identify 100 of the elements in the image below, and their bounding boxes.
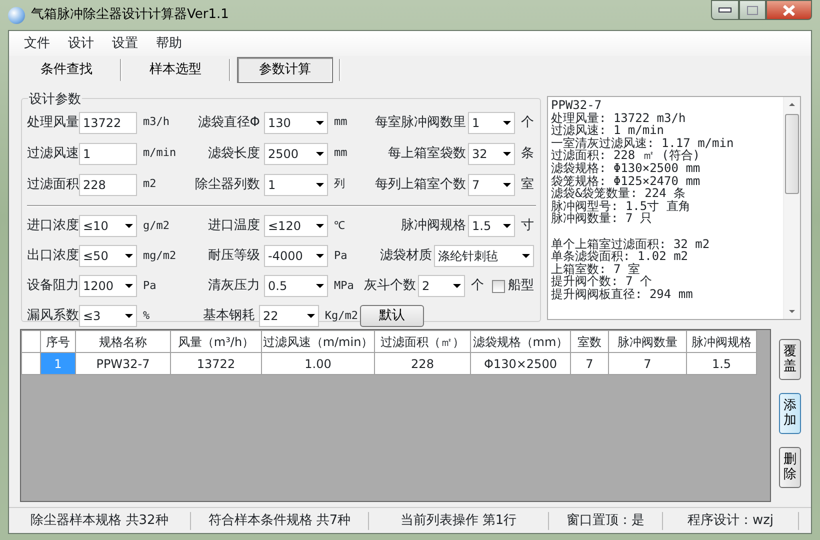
- checkbox[interactable]: [492, 280, 505, 292]
- menu-item[interactable]: 设置: [111, 34, 149, 54]
- unit-label: 个: [521, 114, 534, 132]
- input-field[interactable]: 1: [79, 142, 137, 164]
- unit-label: Pa: [143, 278, 156, 294]
- field-label: 滤袋材质: [380, 247, 432, 266]
- maximize-button[interactable]: [739, 0, 766, 20]
- table-cell: 13722: [170, 352, 262, 374]
- checkbox-label: 船型: [508, 277, 534, 296]
- result-line: 处理风量: 13722 m3/h: [551, 112, 687, 124]
- dropdown[interactable]: 2: [418, 275, 465, 297]
- field-label: 出口浓度: [27, 247, 79, 266]
- unit-label: 个: [471, 277, 484, 296]
- result-line: 提升阀阀板直径: 294 mm: [551, 288, 694, 300]
- field-label: 除尘器列数: [194, 176, 260, 194]
- column-header[interactable]: 滤袋规格（mm）: [470, 330, 570, 352]
- column-header[interactable]: 过滤面积（㎡）: [374, 330, 470, 352]
- column-header[interactable]: 脉冲阀数量: [608, 330, 686, 352]
- column-header[interactable]: 过滤风速（m/min）: [262, 330, 374, 352]
- app-globe-icon: [8, 6, 25, 24]
- side-button[interactable]: 覆盖: [779, 339, 801, 380]
- field-label: 过滤面积: [27, 176, 79, 194]
- dropdown[interactable]: 1: [468, 112, 515, 134]
- dropdown[interactable]: 32: [468, 142, 515, 164]
- status-text: 符合样本条件规格 共7种: [191, 512, 369, 530]
- row-header[interactable]: [22, 352, 40, 374]
- dropdown[interactable]: ≤3: [79, 305, 137, 327]
- unit-label: m2: [143, 176, 156, 192]
- dropdown[interactable]: 1: [264, 174, 328, 196]
- menu-item[interactable]: 帮助: [155, 34, 193, 54]
- window-title: 气箱脉冲除尘器设计计算器Ver1.1: [31, 6, 229, 24]
- side-button[interactable]: 删除: [779, 447, 801, 488]
- tab[interactable]: 参数计算: [237, 57, 333, 83]
- unit-label: Kg/m2: [324, 308, 358, 324]
- close-button[interactable]: [766, 0, 812, 20]
- result-line: 脉冲阀数量: 7 只: [551, 212, 652, 225]
- dropdown[interactable]: ≤120: [264, 215, 328, 237]
- table-cell: 1.00: [262, 352, 374, 374]
- result-line: 滤袋&袋笼数量: 224 条: [551, 187, 687, 200]
- result-line: 上箱室数: 7 室: [551, 262, 640, 276]
- result-line: 脉冲阀型号: 1.5寸 直角: [551, 200, 692, 212]
- dropdown[interactable]: 2500: [264, 142, 328, 164]
- unit-label: mg/m2: [143, 248, 176, 264]
- dropdown[interactable]: 1200: [79, 275, 137, 297]
- result-line: 过滤面积: 228 ㎡ (符合): [551, 149, 700, 162]
- result-line: 袋笼规格: Φ125×2470 mm: [551, 174, 702, 188]
- unit-label: ℃: [334, 218, 345, 234]
- status-text: 程序设计：wzj: [663, 512, 799, 530]
- column-header[interactable]: 脉冲阀规格: [686, 330, 756, 352]
- field-label: 进口温度: [207, 217, 260, 236]
- dropdown[interactable]: 22: [259, 305, 319, 327]
- tab[interactable]: 样本选型: [124, 58, 227, 82]
- table-cell: PPW32-7: [76, 352, 170, 374]
- minimize-icon: [718, 7, 732, 13]
- status-text: 窗口置顶：是: [549, 512, 663, 530]
- dropdown[interactable]: ≤50: [79, 245, 137, 267]
- result-line: 过滤风速: 1 m/min: [551, 124, 664, 137]
- menu-item[interactable]: 文件: [23, 34, 61, 54]
- field-label: 处理风量: [27, 114, 79, 132]
- table-cell: 228: [374, 352, 470, 374]
- table-cell: 7: [570, 352, 608, 374]
- column-header[interactable]: 规格名称: [76, 330, 170, 352]
- unit-label: Pa: [334, 248, 348, 264]
- field-label: 进口浓度: [27, 217, 79, 236]
- scrollbar[interactable]: [783, 97, 800, 319]
- menu-item[interactable]: 设计: [67, 34, 105, 54]
- tab[interactable]: 条件查找: [15, 58, 118, 82]
- input-field[interactable]: 13722: [79, 112, 137, 134]
- side-button[interactable]: 添加: [779, 393, 801, 434]
- status-text: 当前列表操作 第1行: [369, 512, 549, 530]
- table-cell: 1: [40, 352, 76, 374]
- unit-label: %: [143, 308, 150, 324]
- field-label: 灰斗个数: [364, 277, 416, 296]
- unit-label: m3/h: [143, 114, 170, 130]
- status-text: 除尘器样本规格 共32种: [9, 512, 191, 530]
- field-label: 过滤风速: [27, 144, 79, 163]
- result-line: 单条滤袋面积: 1.02 m2: [551, 250, 690, 263]
- table-cell: 7: [608, 352, 686, 374]
- default-button[interactable]: 默认: [360, 305, 424, 327]
- unit-label: m/min: [143, 145, 176, 162]
- unit-label: mm: [334, 145, 348, 162]
- table-cell: Φ130×2500: [470, 352, 570, 374]
- dropdown[interactable]: 7: [468, 174, 515, 196]
- column-header[interactable]: 室数: [570, 330, 608, 352]
- dropdown[interactable]: -4000: [264, 245, 328, 267]
- unit-label: 室: [521, 176, 534, 194]
- dropdown[interactable]: 1.5: [468, 215, 515, 237]
- minimize-button[interactable]: [711, 0, 739, 20]
- field-label: 基本钢耗: [202, 307, 255, 326]
- result-line: 一室清灰过滤风速: 1.17 m/min: [551, 136, 735, 150]
- dropdown[interactable]: ≤10: [79, 215, 137, 237]
- result-line: PPW32-7: [551, 99, 603, 112]
- input-field[interactable]: 228: [79, 174, 137, 196]
- field-label: 滤袋长度: [207, 144, 260, 163]
- column-header[interactable]: 风量（m³/h）: [170, 330, 262, 352]
- table-cell: 1.5: [686, 352, 756, 374]
- dropdown[interactable]: 涤纶针刺毡: [434, 245, 534, 267]
- dropdown[interactable]: 130: [264, 112, 328, 134]
- unit-label: 寸: [521, 217, 534, 236]
- dropdown[interactable]: 0.5: [264, 275, 328, 297]
